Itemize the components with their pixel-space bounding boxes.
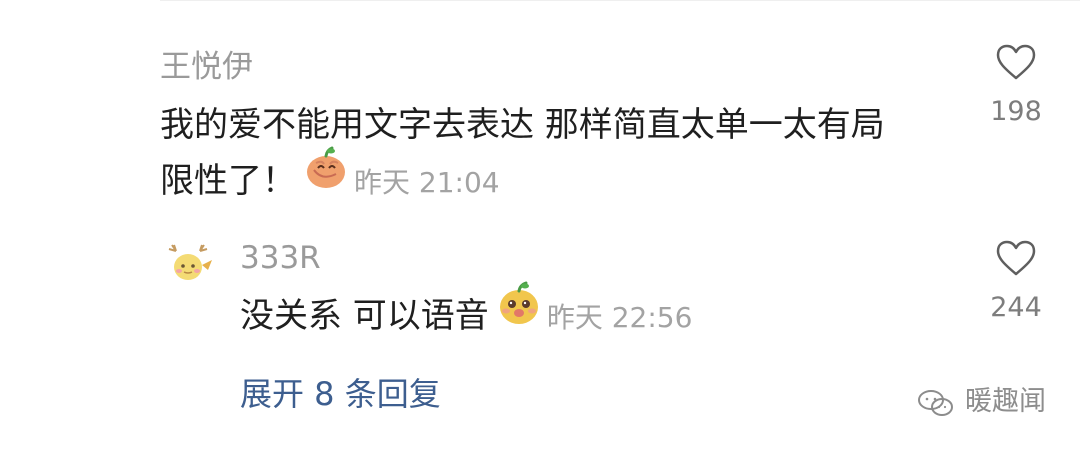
comment-username[interactable]: 王悦伊 bbox=[160, 48, 253, 86]
heart-icon[interactable] bbox=[994, 239, 1038, 279]
reply-text-content: 没关系 可以语音 bbox=[240, 296, 489, 336]
watermark: 暖趣闻 bbox=[915, 380, 1046, 424]
shy-mango-emoji-icon bbox=[302, 146, 350, 212]
reply-like-count: 244 bbox=[990, 292, 1042, 323]
expand-replies-link[interactable]: 展开 8 条回复 bbox=[240, 372, 441, 416]
reply-like-button[interactable]: 244 bbox=[976, 239, 1056, 325]
comment-timestamp: 昨天 21:04 bbox=[354, 166, 500, 199]
reply-user-avatar[interactable] bbox=[164, 243, 218, 287]
reply-text-line: 没关系 可以语音 昨天 22:56 bbox=[240, 280, 693, 352]
heart-icon[interactable] bbox=[994, 43, 1038, 83]
comment-like-count: 198 bbox=[990, 96, 1042, 127]
top-divider bbox=[160, 0, 1080, 1]
watermark-label: 暖趣闻 bbox=[965, 386, 1046, 417]
reply-timestamp: 昨天 22:56 bbox=[546, 301, 693, 334]
reply-username[interactable]: 333R bbox=[240, 239, 321, 277]
comment-text-line-2: 限性了！ 昨天 21:04 bbox=[160, 146, 500, 216]
smiling-mango-emoji-icon bbox=[495, 280, 543, 348]
wechat-icon bbox=[918, 390, 953, 416]
comment-text-line-2-content: 限性了！ bbox=[160, 161, 296, 201]
comment-like-button[interactable]: 198 bbox=[976, 43, 1056, 129]
